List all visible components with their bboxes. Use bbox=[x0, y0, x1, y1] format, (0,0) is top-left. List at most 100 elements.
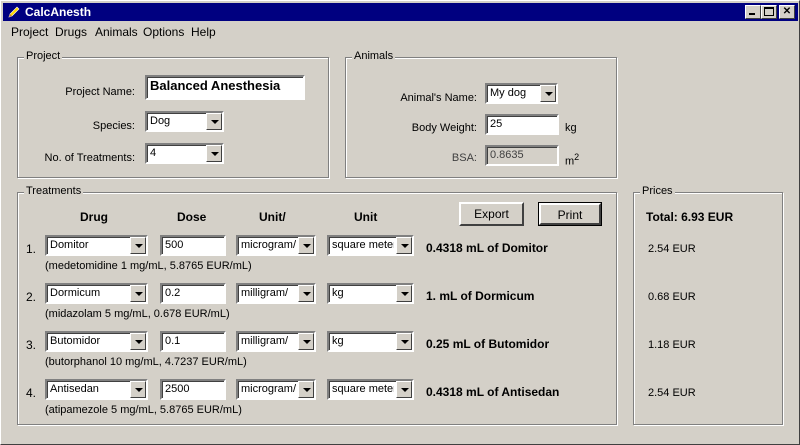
drug-select[interactable]: Antisedan bbox=[45, 379, 148, 400]
app-window: CalcAnesth ✕ Project Drugs Animals Optio… bbox=[0, 0, 800, 445]
drug-select[interactable]: Domitor bbox=[45, 235, 148, 256]
dose-result: 0.4318 mL of Domitor bbox=[426, 241, 548, 255]
chevron-down-icon[interactable] bbox=[130, 333, 146, 350]
dose-result: 0.25 mL of Butomidor bbox=[426, 337, 550, 351]
menu-animals[interactable]: Animals bbox=[95, 25, 138, 39]
unit-select[interactable]: kg bbox=[327, 283, 414, 304]
drug-select[interactable]: Dormicum bbox=[45, 283, 148, 304]
chevron-down-icon[interactable] bbox=[396, 333, 412, 350]
bsa-unit-exponent: 2 bbox=[574, 152, 580, 162]
drug-select[interactable]: Butomidor bbox=[45, 331, 148, 352]
unit-per-value: milligram/ bbox=[241, 287, 289, 299]
chevron-down-icon[interactable] bbox=[396, 285, 412, 302]
project-group-label: Project bbox=[24, 50, 63, 62]
treatments-group-label: Treatments bbox=[24, 185, 84, 197]
treatments-count-value: 4 bbox=[150, 147, 157, 159]
menu-help[interactable]: Help bbox=[191, 25, 216, 39]
chevron-down-icon[interactable] bbox=[130, 381, 146, 398]
project-group: Project Project Name: Balanced Anesthesi… bbox=[17, 50, 329, 178]
species-select[interactable]: Dog bbox=[145, 111, 224, 132]
prices-group-label: Prices bbox=[640, 185, 675, 197]
menu-drugs[interactable]: Drugs bbox=[55, 25, 87, 39]
chevron-down-icon[interactable] bbox=[298, 333, 314, 350]
dose-result: 1. mL of Dormicum bbox=[426, 289, 535, 303]
prices-group: Prices Total: 6.93 EUR 2.54 EUR 0.68 EUR… bbox=[633, 185, 783, 425]
treatments-group: Treatments Drug Dose Unit/ Unit Export P… bbox=[17, 185, 617, 425]
treatments-count-select[interactable]: 4 bbox=[145, 143, 224, 164]
unit-per-value: microgram/ bbox=[241, 383, 296, 395]
menu-options[interactable]: Options bbox=[143, 25, 184, 39]
species-value: Dog bbox=[150, 115, 171, 127]
price-item: 0.68 EUR bbox=[648, 291, 696, 303]
window-title: CalcAnesth bbox=[25, 5, 92, 19]
unit-value: kg bbox=[332, 287, 344, 299]
prices-total: Total: 6.93 EUR bbox=[646, 210, 734, 224]
drug-value: Dormicum bbox=[50, 287, 101, 299]
body-weight-input[interactable]: 25 bbox=[485, 114, 559, 135]
dose-result: 0.4318 mL of Antisedan bbox=[426, 385, 560, 399]
chevron-down-icon[interactable] bbox=[206, 113, 222, 130]
close-button[interactable]: ✕ bbox=[779, 5, 795, 19]
chevron-down-icon[interactable] bbox=[396, 381, 412, 398]
unit-value: kg bbox=[332, 335, 344, 347]
row-number: 1. bbox=[26, 242, 37, 256]
minimize-button[interactable] bbox=[745, 5, 761, 19]
unit-select[interactable]: kg bbox=[327, 331, 414, 352]
price-item: 1.18 EUR bbox=[648, 339, 696, 351]
animal-name-select[interactable]: My dog bbox=[485, 83, 558, 104]
unit-per-value: microgram/ bbox=[241, 239, 296, 251]
chevron-down-icon[interactable] bbox=[206, 145, 222, 162]
chevron-down-icon[interactable] bbox=[298, 237, 314, 254]
maximize-button[interactable] bbox=[761, 5, 777, 19]
minimize-icon bbox=[749, 13, 755, 15]
dose-input[interactable]: 0.1 bbox=[160, 331, 226, 352]
project-name-input[interactable]: Balanced Anesthesia bbox=[145, 75, 305, 100]
pencil-icon bbox=[7, 5, 21, 19]
dose-input[interactable]: 2500 bbox=[160, 379, 226, 400]
animal-name-label: Animal's Name: bbox=[400, 92, 477, 104]
unit-value: square meter bbox=[332, 383, 394, 395]
price-item: 2.54 EUR bbox=[648, 243, 696, 255]
unit-per-select[interactable]: microgram/ bbox=[236, 379, 316, 400]
project-name-label: Project Name: bbox=[65, 86, 135, 98]
drug-value: Butomidor bbox=[50, 335, 101, 347]
unit-per-select[interactable]: milligram/ bbox=[236, 331, 316, 352]
bsa-unit-base: m bbox=[565, 155, 575, 168]
unit-value: square meter bbox=[332, 239, 394, 251]
unit-per-select[interactable]: microgram/ bbox=[236, 235, 316, 256]
chevron-down-icon[interactable] bbox=[130, 285, 146, 302]
treatments-count-label: No. of Treatments: bbox=[44, 152, 135, 164]
species-label: Species: bbox=[92, 120, 135, 132]
header-drug: Drug bbox=[80, 210, 108, 224]
row-number: 2. bbox=[26, 290, 37, 304]
drug-value: Domitor bbox=[50, 239, 89, 251]
chevron-down-icon[interactable] bbox=[130, 237, 146, 254]
header-unit: Unit bbox=[354, 210, 378, 224]
drug-info: (atipamezole 5 mg/mL, 5.8765 EUR/mL) bbox=[45, 404, 242, 416]
drug-info: (butorphanol 10 mg/mL, 4.7237 EUR/mL) bbox=[45, 356, 247, 368]
chevron-down-icon[interactable] bbox=[540, 85, 556, 102]
animals-group: Animals Animal's Name: My dog Body Weigh… bbox=[345, 50, 617, 178]
unit-select[interactable]: square meter bbox=[327, 235, 414, 256]
body-weight-unit: kg bbox=[565, 122, 577, 134]
print-button[interactable]: Print bbox=[538, 202, 602, 226]
chevron-down-icon[interactable] bbox=[298, 381, 314, 398]
dose-input[interactable]: 500 bbox=[160, 235, 226, 256]
chevron-down-icon[interactable] bbox=[396, 237, 412, 254]
animals-group-label: Animals bbox=[352, 50, 396, 62]
title-bar[interactable]: CalcAnesth ✕ bbox=[3, 3, 798, 21]
bsa-field: 0.8635 bbox=[485, 145, 559, 166]
header-dose: Dose bbox=[177, 210, 207, 224]
maximize-icon bbox=[764, 7, 774, 16]
bsa-unit: m2 bbox=[565, 152, 579, 168]
unit-per-select[interactable]: milligram/ bbox=[236, 283, 316, 304]
export-button[interactable]: Export bbox=[459, 202, 524, 226]
dose-input[interactable]: 0.2 bbox=[160, 283, 226, 304]
price-item: 2.54 EUR bbox=[648, 387, 696, 399]
row-number: 3. bbox=[26, 338, 37, 352]
menu-project[interactable]: Project bbox=[11, 25, 48, 39]
unit-select[interactable]: square meter bbox=[327, 379, 414, 400]
drug-info: (medetomidine 1 mg/mL, 5.8765 EUR/mL) bbox=[45, 260, 252, 272]
body-weight-label: Body Weight: bbox=[411, 122, 477, 134]
chevron-down-icon[interactable] bbox=[298, 285, 314, 302]
